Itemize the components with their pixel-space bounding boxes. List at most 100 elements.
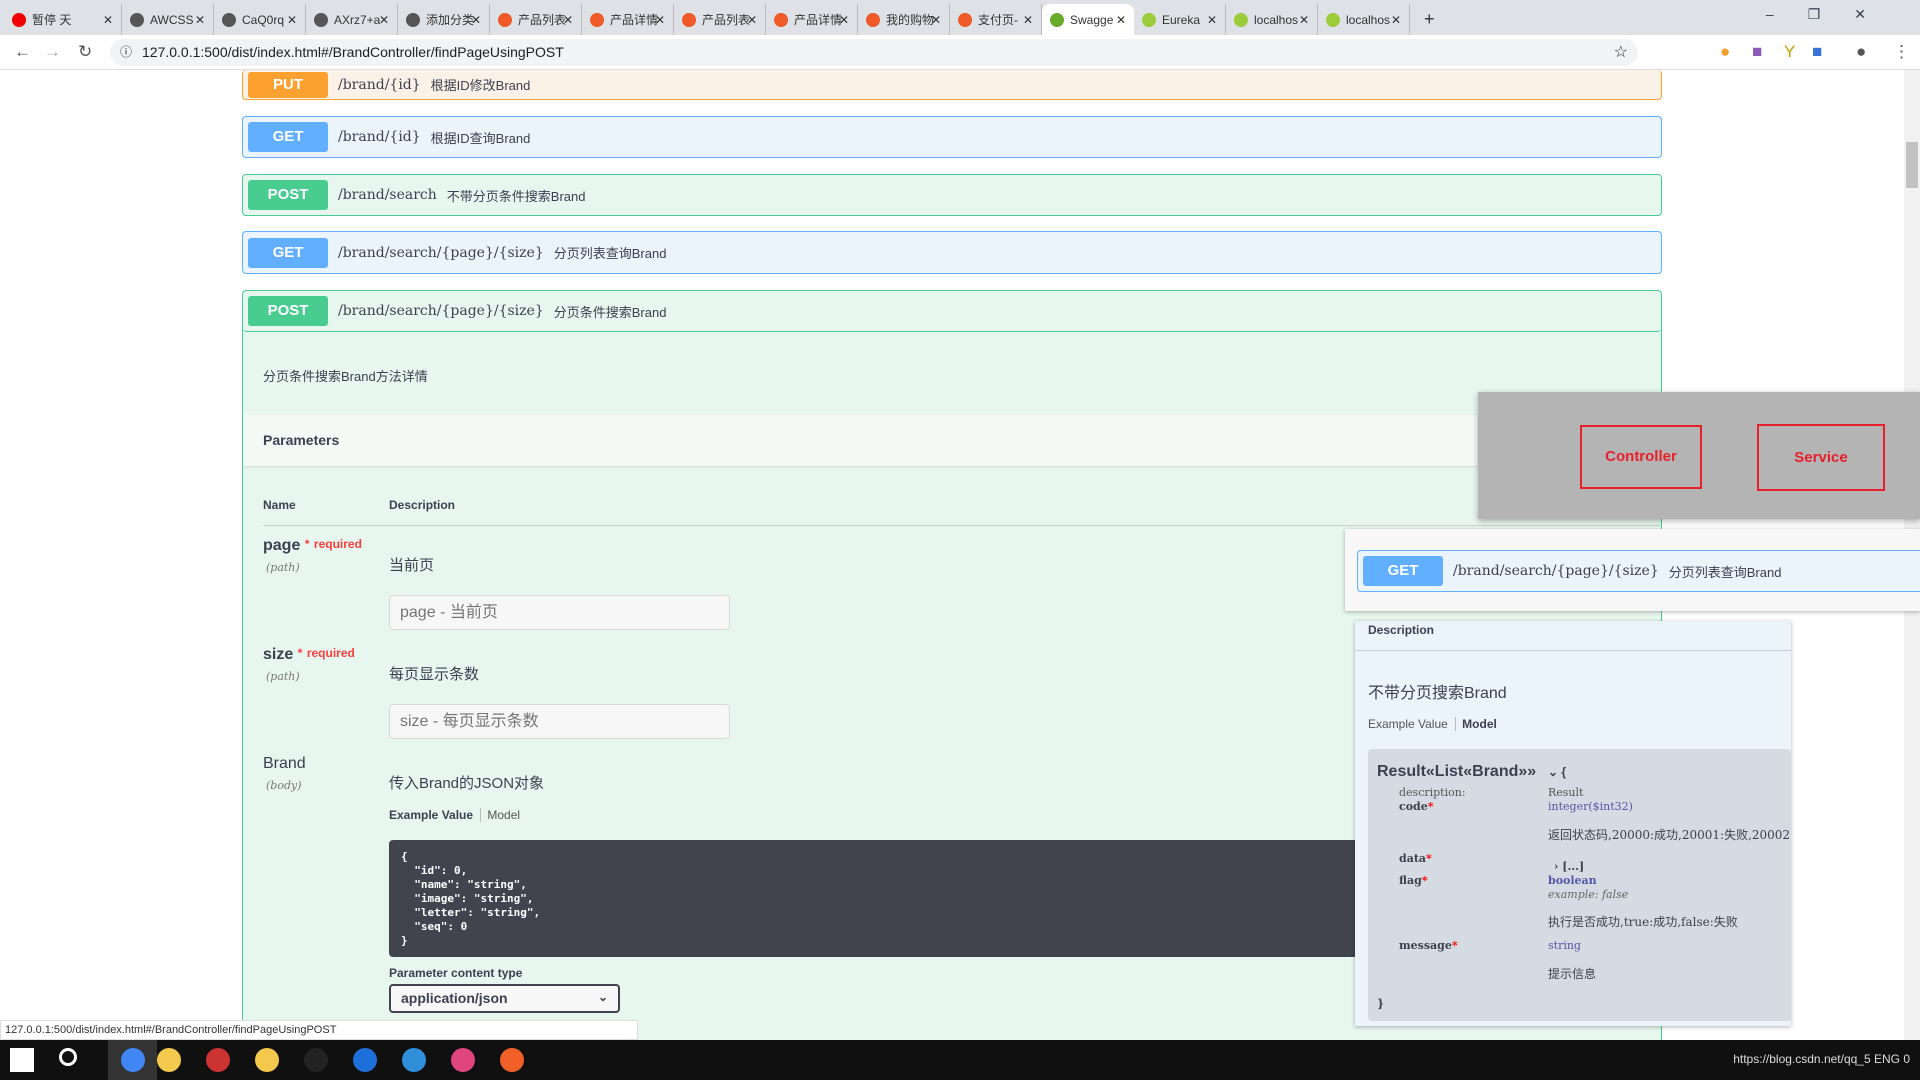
taskbar: https://blog.csdn.net/qq_5 ENG 0 [0, 1040, 1920, 1080]
postman-icon [500, 1048, 524, 1072]
tab-title: localhos [1346, 12, 1391, 27]
extension-icon[interactable]: ■ [1812, 42, 1822, 62]
example-value-tab[interactable]: Example Value [389, 808, 473, 822]
size-input[interactable] [389, 704, 730, 739]
model-tab[interactable]: Model [480, 808, 521, 822]
status-url: 127.0.0.1:500/dist/index.html#/BrandCont… [5, 1024, 337, 1036]
model-tab[interactable]: Model [1455, 717, 1497, 731]
tab-title: AWCSS [150, 12, 194, 27]
close-icon[interactable]: ✕ [1023, 13, 1033, 27]
url-input[interactable]: ⓘ 127.0.0.1:500/dist/index.html#/BrandCo… [110, 39, 1638, 66]
app-yellow-taskbar-icon[interactable] [157, 1048, 181, 1072]
close-icon[interactable]: ✕ [1207, 13, 1217, 27]
model-key: data [1399, 852, 1427, 865]
shop-icon [866, 12, 880, 27]
close-icon[interactable]: ✕ [1391, 13, 1401, 27]
method-badge: POST [248, 296, 328, 326]
operation-path: /brand/search/{page}/{size} [338, 244, 544, 261]
tab-title: localhos [1254, 12, 1299, 27]
forward-icon[interactable]: → [44, 42, 61, 62]
tab-title: 产品列表 [518, 13, 567, 27]
model-example: example: false [1548, 888, 1629, 901]
browser-tab[interactable]: AWCSS ✕ [122, 4, 214, 35]
extension-icon[interactable]: ● [1720, 42, 1730, 62]
window-controls[interactable]: –❐✕ [1766, 6, 1900, 23]
close-icon[interactable]: ✕ [747, 13, 757, 27]
close-icon[interactable]: ✕ [1116, 13, 1126, 27]
browser-tab[interactable]: localhos ✕ [1318, 4, 1410, 35]
browser-tab[interactable]: localhos ✕ [1226, 4, 1318, 35]
browser-tab[interactable]: CaQ0rq ✕ [214, 4, 306, 35]
browser-tab[interactable]: 产品详情 ✕ [582, 4, 674, 35]
required-star: * [1451, 939, 1458, 952]
content-type-select[interactable]: application/json ⌄ [389, 984, 620, 1013]
operation-put-brand-id[interactable]: PUT /brand/{id} 根据ID修改Brand [242, 70, 1662, 100]
terminal-taskbar-icon[interactable] [304, 1048, 328, 1072]
app-box-taskbar-icon[interactable] [402, 1048, 426, 1072]
operation-header[interactable]: POST /brand/search/{page}/{size} 分页条件搜索B… [243, 291, 1661, 332]
model-key: description: [1399, 786, 1466, 799]
close-icon[interactable]: ✕ [563, 13, 573, 27]
globe-icon [130, 12, 144, 27]
model-title[interactable]: Result«List«Brand»» [1377, 763, 1536, 781]
browser-tab[interactable]: 支付页- ✕ [950, 4, 1042, 35]
popup-tabs: Example Value Model [1368, 717, 1497, 731]
close-icon[interactable]: ✕ [287, 13, 297, 27]
example-value-tab[interactable]: Example Value [1368, 717, 1448, 731]
extension-icon[interactable]: Y [1784, 42, 1795, 62]
explorer-taskbar-icon[interactable] [255, 1048, 279, 1072]
paint-taskbar-icon[interactable] [206, 1048, 230, 1072]
browser-tab[interactable]: 产品列表 ✕ [490, 4, 582, 35]
browser-tab[interactable]: 暂停 天 ✕ [4, 4, 122, 35]
browser-tab[interactable]: 添加分类 ✕ [398, 4, 490, 35]
close-icon[interactable]: ✕ [379, 13, 389, 27]
back-icon[interactable]: ← [14, 42, 31, 62]
model-expand[interactable]: ⌄ { [1548, 765, 1566, 779]
operation-get-brand-id[interactable]: GET /brand/{id} 根据ID查询Brand [242, 116, 1662, 158]
paint-icon [206, 1048, 230, 1072]
browser-tab[interactable]: AXrz7+a ✕ [306, 4, 398, 35]
new-tab-button[interactable]: + [1416, 4, 1443, 35]
browser-tab[interactable]: 我的购物 ✕ [858, 4, 950, 35]
postman-taskbar-icon[interactable] [500, 1048, 524, 1072]
popup-description: 不带分页搜索Brand [1368, 685, 1507, 702]
chrome-taskbar-icon[interactable] [108, 1040, 157, 1080]
star-icon[interactable]: ☆ [1614, 39, 1628, 66]
required-star: * [1421, 874, 1428, 887]
browser-tab[interactable]: Swagge ✕ [1042, 4, 1134, 35]
browser-tab[interactable]: 产品详情 ✕ [766, 4, 858, 35]
terminal-icon [304, 1048, 328, 1072]
close-icon[interactable]: ✕ [655, 13, 665, 27]
menu-icon[interactable]: ⋮ [1893, 42, 1910, 62]
method-badge: GET [248, 237, 328, 268]
app-box-icon [402, 1048, 426, 1072]
brace-open: { [1561, 765, 1567, 779]
operation-post-brand-search[interactable]: POST /brand/search 不带分页条件搜索Brand [242, 174, 1662, 216]
page-input[interactable] [389, 595, 730, 630]
operation-path: /brand/search/{page}/{size} [338, 303, 544, 319]
intellij-taskbar-icon[interactable] [451, 1048, 475, 1072]
extension-icon[interactable]: ■ [1752, 42, 1762, 62]
close-icon[interactable]: ✕ [471, 13, 481, 27]
close-icon[interactable]: ✕ [931, 13, 941, 27]
cortana-icon [59, 1048, 77, 1066]
close-icon[interactable]: ✕ [195, 13, 205, 27]
close-icon[interactable]: ✕ [103, 13, 113, 27]
shop-icon [774, 12, 788, 27]
cortana-taskbar-icon[interactable] [59, 1048, 83, 1072]
scrollbar-thumb[interactable] [1906, 142, 1918, 188]
start-taskbar-icon[interactable] [10, 1048, 34, 1072]
browser-tab[interactable]: Eureka ✕ [1134, 4, 1226, 35]
reload-icon[interactable]: ↻ [78, 42, 92, 62]
browser-tab[interactable]: 产品列表 ✕ [674, 4, 766, 35]
close-icon[interactable]: ✕ [839, 13, 849, 27]
operation-get-brand-search-page[interactable]: GET /brand/search/{page}/{size} 分页列表查询Br… [242, 231, 1662, 274]
profile-icon[interactable]: ● [1856, 42, 1866, 62]
close-icon[interactable]: ✕ [1299, 13, 1309, 27]
operation-summary: 分页列表查询Brand [553, 246, 667, 261]
param-location: (body) [266, 779, 302, 792]
operation-summary: 根据ID修改Brand [430, 78, 531, 93]
popup-operation-get[interactable]: GET /brand/search/{page}/{size} 分页列表查询Br… [1357, 550, 1920, 592]
app-blue-taskbar-icon[interactable] [353, 1048, 377, 1072]
model-data-expand[interactable]: › [...] [1554, 860, 1584, 873]
